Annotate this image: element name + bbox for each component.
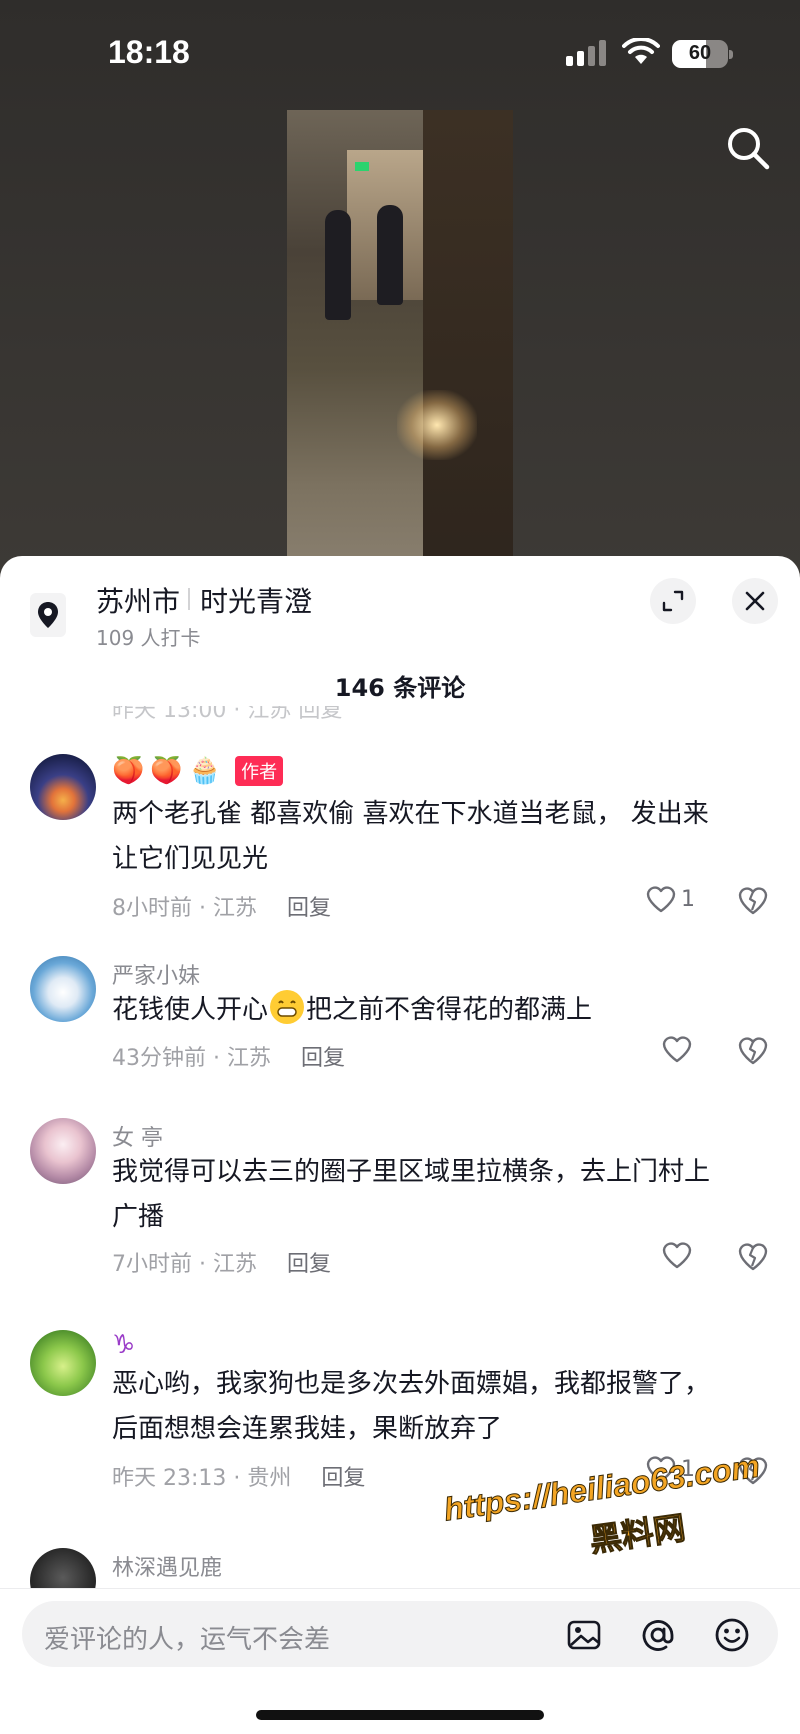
image-icon[interactable] (566, 1617, 602, 1653)
comment-line: 让它们见见光 (112, 844, 269, 874)
reply-button[interactable]: 回复 (287, 896, 331, 921)
emoji-icon[interactable] (714, 1617, 750, 1653)
comment-emoji-name[interactable]: ♑ (112, 1330, 135, 1360)
comment-line: 后面想想会连累我娃，果断放弃了 (112, 1414, 503, 1444)
cellular-signal-icon (566, 40, 606, 66)
wifi-icon (622, 38, 660, 64)
comment-author[interactable]: 严家小妹 (112, 958, 200, 990)
like-button[interactable] (661, 1032, 693, 1066)
close-icon (745, 591, 765, 611)
comment-line: 恶心哟，我家狗也是多次去外面嫖娼，我都报警了， (112, 1369, 711, 1399)
avatar[interactable] (30, 1118, 96, 1184)
avatar[interactable] (30, 956, 96, 1022)
video-floor-light (397, 390, 477, 460)
broken-heart-icon[interactable] (736, 883, 770, 917)
reply-button[interactable]: 回复 (287, 1252, 331, 1277)
capricorn-emoji: ♑ (112, 1330, 136, 1360)
comment-time-location: 43分钟前 · 江苏 (112, 1046, 271, 1071)
sheet-header: 苏州市 时光青澄 109 人打卡 146 条评论 (0, 556, 800, 706)
video-person (377, 205, 403, 305)
cupcake-emoji: 🧁 (188, 756, 222, 786)
comment-input-placeholder: 爱评论的人，运气不会差 (44, 1625, 331, 1655)
comment-line: 我觉得可以去三的圈子里区域里拉横条，去上门村上 (112, 1157, 711, 1187)
battery-tip (729, 50, 733, 59)
like-button[interactable] (661, 1238, 693, 1272)
expand-button[interactable] (650, 578, 696, 624)
comment-text[interactable]: 我觉得可以去三的圈子里区域里拉横条，去上门村上 广播 (112, 1150, 772, 1240)
location-place[interactable]: 时光青澄 (200, 580, 312, 620)
search-icon[interactable] (724, 124, 772, 172)
comment-text-part: 把之前不舍得花的都满上 (306, 995, 593, 1025)
broken-heart-icon[interactable] (736, 1033, 770, 1067)
video-player[interactable] (287, 110, 513, 580)
home-indicator[interactable] (256, 1710, 544, 1720)
grin-emoji (270, 990, 305, 1024)
video-exit-sign (355, 162, 369, 171)
location-pin-icon[interactable] (30, 593, 66, 637)
comment-line: 两个老孔雀 都喜欢偷 喜欢在下水道当老鼠， 发出来 (112, 799, 709, 829)
clipped-comment-meta: 昨天 13:00 · 江苏 回复 (112, 706, 343, 723)
comment-text[interactable]: 两个老孔雀 都喜欢偷 喜欢在下水道当老鼠， 发出来 让它们见见光 (112, 792, 772, 882)
comment-time-location: 7小时前 · 江苏 (112, 1252, 257, 1277)
avatar[interactable] (30, 754, 96, 820)
broken-heart-icon[interactable] (736, 1239, 770, 1273)
mention-icon[interactable] (640, 1617, 676, 1653)
watermark-name: 黑料网 (587, 1508, 688, 1560)
comment-author[interactable]: 林深遇见鹿 (112, 1550, 222, 1582)
reply-button[interactable]: 回复 (321, 1466, 365, 1491)
author-badge: 作者 (235, 756, 284, 786)
comment-time-location: 昨天 23:13 · 贵州 (112, 1466, 292, 1491)
comment-emoji-name[interactable]: 🍑 🍑 🧁 作者 (112, 756, 284, 786)
expand-icon (662, 590, 684, 612)
comment-text-part: 花钱使人开心 (112, 995, 269, 1025)
status-time: 18:18 (108, 34, 190, 70)
peach-emoji: 🍑 (112, 756, 145, 786)
comment-time-location: 8小时前 · 江苏 (112, 896, 257, 921)
comment-meta: 7小时前 · 江苏 回复 (112, 1246, 331, 1278)
heart-icon (646, 886, 676, 913)
comment-author[interactable]: 女 亭 (112, 1120, 163, 1152)
comment-meta: 43分钟前 · 江苏 回复 (112, 1040, 345, 1072)
status-bar: 18:18 60 (0, 0, 800, 100)
comment-line: 广播 (112, 1202, 165, 1232)
video-person (325, 210, 351, 320)
comment-text[interactable]: 花钱使人开心 把之前不舍得花的都满上 (112, 988, 772, 1033)
close-button[interactable] (732, 578, 778, 624)
comment-text[interactable]: 恶心哟，我家狗也是多次去外面嫖娼，我都报警了， 后面想想会连累我娃，果断放弃了 (112, 1362, 772, 1452)
location-divider (188, 588, 190, 610)
reply-button[interactable]: 回复 (301, 1046, 345, 1071)
comment-meta: 8小时前 · 江苏 回复 (112, 890, 331, 922)
comment-meta: 昨天 23:13 · 贵州 回复 (112, 1460, 365, 1492)
location-checkins: 109 人打卡 (96, 626, 201, 650)
peach-emoji: 🍑 (150, 756, 183, 786)
comment-count: 146 条评论 (334, 674, 466, 702)
video-area[interactable]: 18:18 60 (0, 0, 800, 580)
heart-icon (662, 1242, 692, 1269)
avatar[interactable] (30, 1330, 96, 1396)
like-button[interactable]: 1 (645, 882, 695, 916)
avatar[interactable] (30, 1548, 96, 1588)
heart-icon (662, 1036, 692, 1063)
video-wall (423, 110, 513, 580)
battery-indicator: 60 (672, 40, 728, 68)
battery-percent: 60 (688, 42, 712, 64)
location-city[interactable]: 苏州市 (96, 580, 180, 620)
like-count: 1 (681, 886, 695, 912)
